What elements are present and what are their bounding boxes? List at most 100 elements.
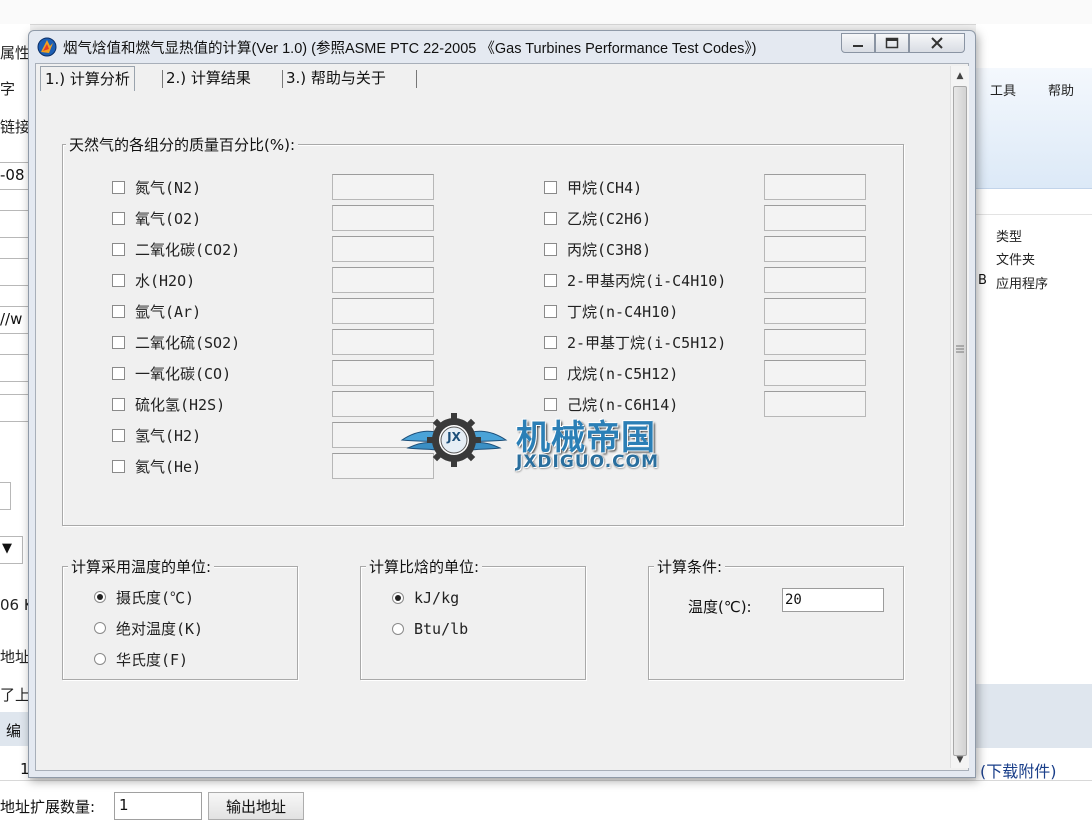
scrollbar-thumb[interactable] — [953, 86, 967, 756]
radio-kj-kg[interactable]: kJ/kg — [392, 587, 459, 609]
address-count-input[interactable]: 1 — [114, 792, 202, 820]
grip-icon — [956, 345, 964, 353]
n2-checkbox[interactable] — [112, 180, 125, 194]
i-c4h10-input[interactable] — [764, 267, 866, 293]
o2-input[interactable] — [332, 205, 434, 231]
radio-fahrenheit-button[interactable] — [94, 653, 106, 665]
n2-label: 氮气(N2) — [135, 178, 202, 197]
ch4-checkbox[interactable] — [544, 180, 557, 194]
tab-analysis[interactable]: 1.) 计算分析 — [40, 66, 135, 91]
component-row-n-c4h10[interactable]: 丁烷(n-C4H10) — [544, 300, 678, 322]
ar-checkbox[interactable] — [112, 304, 125, 318]
c3h8-checkbox[interactable] — [544, 242, 557, 256]
conditions-group — [648, 566, 904, 680]
radio-btu-lb[interactable]: Btu/lb — [392, 618, 468, 640]
background-field[interactable]: //w — [0, 306, 29, 334]
co2-input[interactable] — [332, 236, 434, 262]
list-item[interactable]: 应用程序 — [996, 273, 1048, 292]
background-field[interactable] — [0, 354, 29, 382]
component-row-n2[interactable]: 氮气(N2) — [112, 176, 201, 198]
vertical-scrollbar[interactable]: ▲ ▼ — [950, 66, 969, 768]
radio-celsius[interactable]: 摄氏度(℃) — [94, 586, 194, 608]
n-c4h10-label: 丁烷(n-C4H10) — [567, 302, 679, 321]
c3h8-input[interactable] — [764, 236, 866, 262]
background-field[interactable] — [0, 482, 11, 510]
component-row-c2h6[interactable]: 乙烷(C2H6) — [544, 207, 651, 229]
component-row-co[interactable]: 一氧化碳(CO) — [112, 362, 231, 384]
background-field[interactable] — [0, 258, 29, 286]
component-row-i-c4h10[interactable]: 2-甲基丙烷(i-C4H10) — [544, 269, 726, 291]
h2s-checkbox[interactable] — [112, 397, 125, 411]
close-icon — [931, 37, 943, 49]
output-address-button[interactable]: 输出地址 — [208, 792, 304, 820]
temperature-input[interactable]: 20 — [782, 588, 884, 612]
minimize-icon — [853, 45, 863, 47]
close-button[interactable] — [909, 33, 965, 53]
so2-checkbox[interactable] — [112, 335, 125, 349]
ch4-input[interactable] — [764, 174, 866, 200]
maximize-button[interactable] — [875, 33, 909, 53]
component-row-ch4[interactable]: 甲烷(CH4) — [544, 176, 642, 198]
component-row-h2o[interactable]: 水(H2O) — [112, 269, 195, 291]
minimize-button[interactable] — [841, 33, 875, 53]
radio-celsius-button[interactable] — [94, 591, 106, 603]
i-c5h12-checkbox[interactable] — [544, 335, 557, 349]
so2-input[interactable] — [332, 329, 434, 355]
radio-kelvin-button[interactable] — [94, 622, 106, 634]
scroll-down-arrow[interactable]: ▼ — [951, 752, 969, 768]
co-label: 一氧化碳(CO) — [135, 364, 232, 383]
divider — [976, 214, 1092, 215]
title-bar[interactable]: 烟气焓值和燃气显热值的计算(Ver 1.0) (参照ASME PTC 22-20… — [29, 31, 975, 63]
column-header-type[interactable]: 类型 — [996, 226, 1022, 245]
menu-tools[interactable]: 工具 — [990, 80, 1016, 99]
n-c4h10-checkbox[interactable] — [544, 304, 557, 318]
background-field[interactable] — [0, 210, 29, 238]
radio-fahrenheit[interactable]: 华氏度(F) — [94, 648, 188, 670]
co2-checkbox[interactable] — [112, 242, 125, 256]
background-dropdown[interactable]: ▼ — [0, 536, 23, 564]
background-text: 地址 — [0, 648, 31, 666]
client-area: 1.) 计算分析 2.) 计算结果 3.) 帮助与关于 ▲ ▼ 天然气的各组分的… — [35, 63, 969, 771]
co-input[interactable] — [332, 360, 434, 386]
component-row-n-c5h12[interactable]: 戊烷(n-C5H12) — [544, 362, 678, 384]
tab-help-about[interactable]: 3.) 帮助与关于 — [282, 66, 390, 90]
download-attachment-link[interactable]: (下载附件) — [980, 758, 1057, 782]
n2-input[interactable] — [332, 174, 434, 200]
tab-results[interactable]: 2.) 计算结果 — [162, 66, 255, 90]
background-field[interactable] — [0, 394, 29, 422]
c2h6-input[interactable] — [764, 205, 866, 231]
co2-label: 二氧化碳(CO2) — [135, 240, 241, 259]
i-c4h10-checkbox[interactable] — [544, 273, 557, 287]
component-row-so2[interactable]: 二氧化硫(SO2) — [112, 331, 240, 353]
i-c5h12-input[interactable] — [764, 329, 866, 355]
radio-kj-kg-button[interactable] — [392, 592, 404, 604]
component-row-he[interactable]: 氦气(He) — [112, 455, 201, 477]
list-item[interactable]: 文件夹 — [996, 249, 1035, 268]
radio-btu-lb-label: Btu/lb — [414, 620, 469, 638]
co-checkbox[interactable] — [112, 366, 125, 380]
o2-checkbox[interactable] — [112, 211, 125, 225]
h2o-input[interactable] — [332, 267, 434, 293]
scroll-up-arrow[interactable]: ▲ — [951, 68, 969, 84]
ar-input[interactable] — [332, 298, 434, 324]
h2o-checkbox[interactable] — [112, 273, 125, 287]
n-c6h14-input[interactable] — [764, 391, 866, 417]
component-row-h2[interactable]: 氢气(H2) — [112, 424, 201, 446]
temperature-unit-title: 计算采用温度的单位: — [68, 556, 215, 577]
component-row-i-c5h12[interactable]: 2-甲基丁烷(i-C5H12) — [544, 331, 726, 353]
component-row-co2[interactable]: 二氧化碳(CO2) — [112, 238, 240, 260]
menu-help[interactable]: 帮助 — [1048, 80, 1074, 99]
c2h6-checkbox[interactable] — [544, 211, 557, 225]
he-checkbox[interactable] — [112, 459, 125, 473]
component-row-c3h8[interactable]: 丙烷(C3H8) — [544, 238, 651, 260]
h2-checkbox[interactable] — [112, 428, 125, 442]
radio-kelvin[interactable]: 绝对温度(K) — [94, 617, 203, 639]
n-c5h12-checkbox[interactable] — [544, 366, 557, 380]
component-row-o2[interactable]: 氧气(O2) — [112, 207, 201, 229]
component-row-ar[interactable]: 氩气(Ar) — [112, 300, 201, 322]
component-row-h2s[interactable]: 硫化氢(H2S) — [112, 393, 225, 415]
n-c4h10-input[interactable] — [764, 298, 866, 324]
n-c5h12-input[interactable] — [764, 360, 866, 386]
radio-btu-lb-button[interactable] — [392, 623, 404, 635]
background-field[interactable]: -08 — [0, 162, 29, 190]
